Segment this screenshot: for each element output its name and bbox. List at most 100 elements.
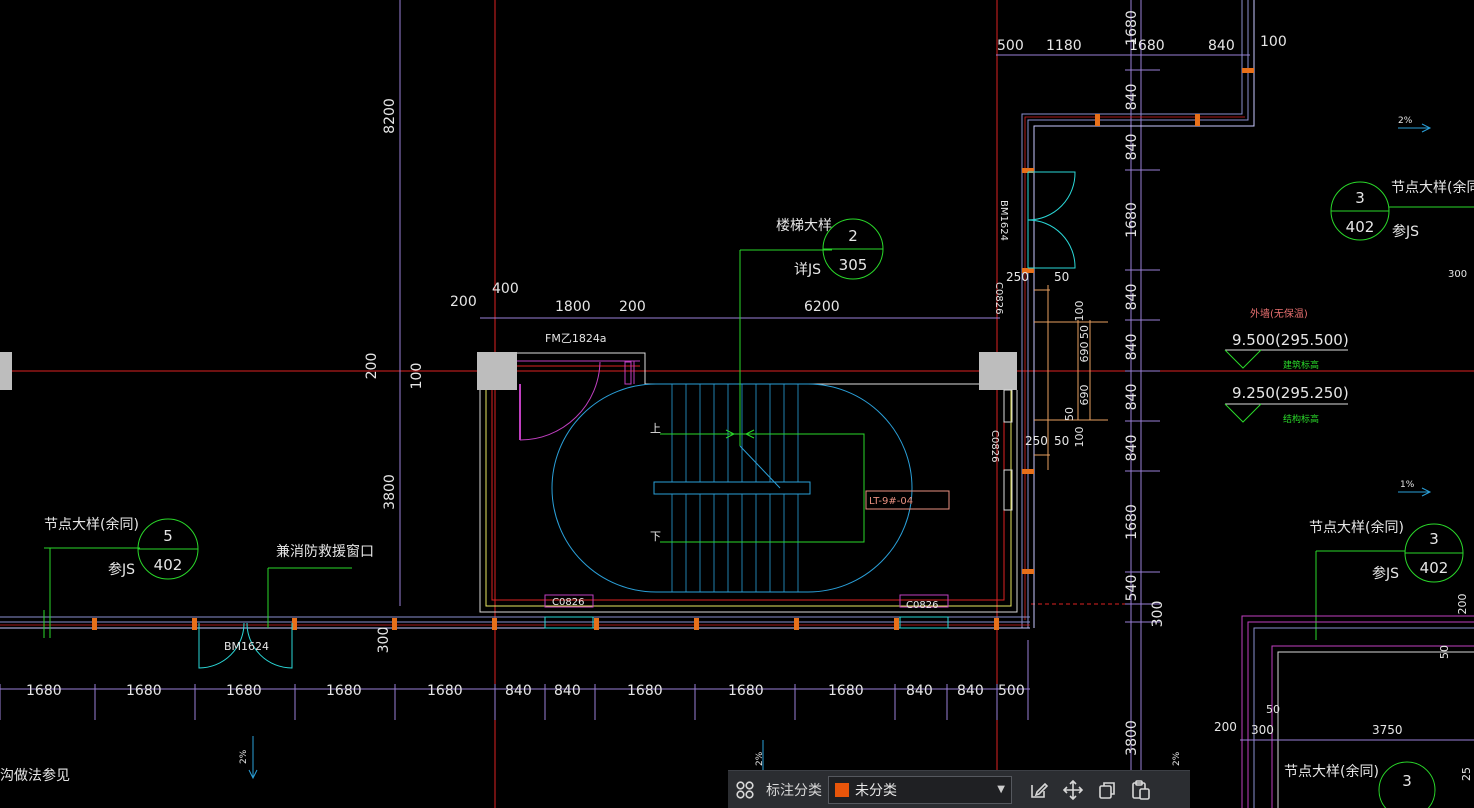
bottom-dim-8: 1680 [627,683,663,699]
right-dim-5: 840 [1124,284,1140,311]
dim-right-5: 50 [1063,407,1076,421]
window-c0826-left: C0826 [552,597,584,608]
escape-window-label: 兼消防救援窗口 [276,543,374,560]
right-bottom-detail-title: 节点大样(余同) [1284,763,1379,780]
dim-50-top: 50 [1054,270,1069,284]
stair-dim-1800: 1800 [555,299,591,315]
dim-200-bottom: 200 [1214,720,1237,734]
right-top-detail-title: 节点大样(余同) [1391,179,1474,196]
dim-50-far-right: 50 [1438,645,1451,659]
right-dim-7: 840 [1124,384,1140,411]
dim-3750: 3750 [1372,723,1403,737]
bottom-dim-7: 840 [554,683,581,699]
right-top-bubble-num: 3 [1355,189,1365,207]
slope-top-right: 2% [1398,116,1413,126]
stair-detail-note: 详JS [794,262,821,278]
dim-50-bottom-right: 50 [1266,703,1280,716]
stair-room [0,249,1018,629]
right-mid-bubble-num: 3 [1429,530,1439,548]
dim-50-bottom: 50 [1054,434,1069,448]
right-bottom-bubble-num: 3 [1402,772,1412,790]
category-color-swatch [835,782,849,797]
category-selected-value: 未分类 [855,782,897,799]
bottom-dim-4: 1680 [326,683,362,699]
left-dim-8200: 8200 [382,98,398,134]
right-dim-12: 3800 [1124,720,1140,756]
dim-200-far-right: 200 [1456,594,1469,615]
bottom-dim-13: 500 [998,683,1025,699]
left-dim-300: 300 [376,627,392,654]
bubble-stair-num: 2 [848,227,858,245]
left-detail-note: 参JS [108,561,135,578]
dim-right-2: 50 [1078,325,1091,339]
annotation-toolbar: 标注分类 未分类 ▼ [728,770,1190,808]
right-dim-3: 840 [1124,134,1140,161]
right-dim-9: 1680 [1124,504,1140,540]
layout-grid-icon[interactable] [728,773,762,807]
top-dim-500: 500 [997,38,1024,54]
dim-250-top: 250 [1006,270,1029,284]
bottom-dim-1: 1680 [26,683,62,699]
right-mid-bubble-ref: 402 [1420,559,1449,577]
left-dim-3800: 3800 [382,474,398,510]
left-detail-title: 节点大样(余同) [44,516,139,533]
right-dim-10: 540 [1124,575,1140,602]
bottom-dim-2: 1680 [126,683,162,699]
annotation-category-label: 标注分类 [766,782,822,799]
elevation-note: 外墙(无保温) [1250,307,1308,320]
edit-icon[interactable] [1022,773,1056,807]
slope-bottom-right: 2% [1172,751,1182,766]
left-dim-200: 200 [364,353,380,380]
stair-dim-400: 400 [492,281,519,297]
chevron-down-icon: ▼ [997,784,1005,795]
bottom-dim-12: 840 [957,683,984,699]
right-top-bubble-ref: 402 [1346,218,1375,236]
annotation-category-select[interactable]: 未分类 ▼ [828,775,1012,804]
elevation-structure: 9.250(295.250) [1232,384,1349,402]
right-top-detail-note: 参JS [1392,223,1419,240]
cad-drawing-canvas[interactable]: 500 1180 1680 840 100 1680 840 840 1680 … [0,0,1474,808]
elevation-building: 9.500(295.500) [1232,331,1349,349]
dim-right-1: 100 [1073,301,1086,322]
stair-lt-label: LT-9#-04 [869,496,913,507]
bottom-dim-10: 1680 [828,683,864,699]
bm-door-label: BM1624 [224,640,269,653]
vertical-c0826-bottom: C0826 [989,430,1000,462]
bottom-dim-3: 1680 [226,683,262,699]
top-dim-100: 100 [1260,34,1287,50]
move-icon[interactable] [1056,773,1090,807]
bottom-dim-5: 1680 [427,683,463,699]
copy-icon[interactable] [1090,773,1124,807]
bubble-stair-ref: 305 [839,256,868,274]
right-dim-4: 1680 [1124,202,1140,238]
slope-mid-right: 1% [1400,480,1415,490]
dim-right-3: 690 [1078,342,1091,363]
paste-icon[interactable] [1124,773,1158,807]
elevation-structure-label: 结构标高 [1283,413,1319,425]
dim-300-far-right: 300 [1448,269,1467,280]
top-dim-1180: 1180 [1046,38,1082,54]
vertical-c0826-top: C0826 [993,282,1004,314]
right-dim-2: 840 [1124,84,1140,111]
right-mid-detail-title: 节点大样(余同) [1309,519,1404,536]
window-c0826-right: C0826 [906,600,938,611]
stair-dim-200b: 200 [619,299,646,315]
bottom-left-note: 沟做法参见 [0,767,70,784]
dim-250-bottom: 250 [1025,434,1048,448]
dim-right-6: 100 [1073,427,1086,448]
leader-lines [43,206,1474,640]
bottom-dim-11: 840 [906,683,933,699]
right-dim-6: 840 [1124,334,1140,361]
stair-detail-title: 楼梯大样 [776,218,832,234]
right-mid-detail-note: 参JS [1372,565,1399,582]
stair-down-mark: 下 [650,530,661,543]
right-dim-1: 1680 [1124,10,1140,46]
right-dim-11: 300 [1150,601,1166,628]
top-dim-840: 840 [1208,38,1235,54]
bottom-dim-9: 1680 [728,683,764,699]
stair-dim-6200: 6200 [804,299,840,315]
left-dim-100: 100 [409,363,425,390]
elevation-building-label: 建筑标高 [1283,359,1319,371]
bottom-dim-6: 840 [505,683,532,699]
stair-up-mark: 上 [650,422,661,435]
